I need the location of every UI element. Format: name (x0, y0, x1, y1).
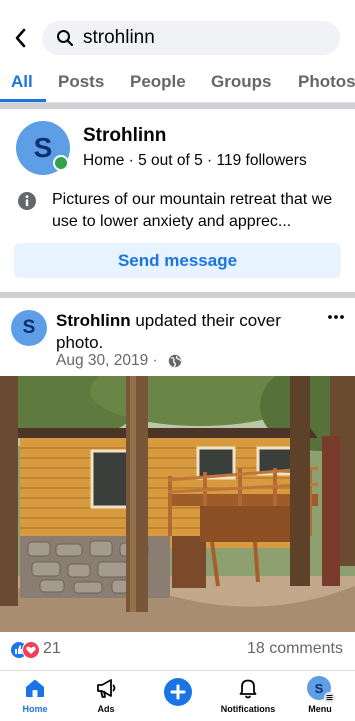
nav-create[interactable] (148, 671, 208, 721)
active-tab-indicator (0, 99, 46, 102)
tab-photos[interactable]: Photos (298, 72, 355, 92)
search-tabs: All Posts People Groups Photos (0, 62, 355, 103)
tab-all[interactable]: All (11, 72, 33, 92)
search-query[interactable]: strohlinn (83, 27, 155, 49)
cabin-photo-illustration (0, 376, 355, 632)
post-author[interactable]: Strohlinn (56, 311, 131, 330)
section-divider (0, 292, 355, 298)
bottom-navigation: Home Ads Notifications S Menu (0, 670, 355, 721)
nav-menu[interactable]: S Menu (290, 671, 350, 721)
send-message-button[interactable]: Send message (14, 243, 341, 278)
post-date[interactable]: Aug 30, 2019 · (56, 352, 158, 370)
page-description: Pictures of our mountain retreat that we… (52, 191, 333, 230)
tab-groups[interactable]: Groups (211, 72, 271, 92)
menu-avatar-letter: S (314, 680, 324, 696)
online-status-dot (53, 155, 69, 171)
search-header: strohlinn (0, 0, 355, 62)
nav-notifications[interactable]: Notifications (218, 671, 278, 721)
post-header: Strohlinn updated their cover photo. (56, 310, 318, 354)
comments-count[interactable]: 18 comments (247, 640, 343, 658)
cover-photo[interactable] (0, 376, 355, 632)
page-avatar-letter: S (33, 132, 53, 163)
nav-notifications-label: Notifications (220, 704, 276, 714)
nav-ads-label: Ads (97, 704, 115, 714)
search-input[interactable]: strohlinn (42, 21, 340, 55)
post-avatar-letter: S (22, 317, 36, 338)
back-arrow-icon[interactable] (10, 25, 32, 51)
home-icon (26, 679, 44, 697)
section-divider (0, 103, 355, 109)
page-meta: Home · 5 out of 5 · 119 followers (83, 152, 307, 169)
info-icon (18, 192, 36, 210)
more-options-icon[interactable] (326, 310, 346, 324)
nav-home-label: Home (22, 704, 48, 714)
create-plus-icon (164, 678, 192, 706)
search-icon (57, 30, 74, 47)
bell-icon (239, 679, 257, 699)
megaphone-icon (97, 679, 116, 698)
nav-home[interactable]: Home (5, 671, 65, 721)
globe-icon (168, 354, 182, 368)
nav-menu-label: Menu (308, 704, 332, 714)
tab-posts[interactable]: Posts (58, 72, 104, 92)
menu-lines-icon (324, 692, 335, 703)
post-author-avatar[interactable]: S (11, 310, 47, 346)
nav-ads[interactable]: Ads (76, 671, 136, 721)
tab-people[interactable]: People (130, 72, 186, 92)
reaction-count: 21 (43, 640, 61, 657)
page-name[interactable]: Strohlinn (83, 125, 166, 147)
love-reaction-icon (22, 641, 40, 659)
